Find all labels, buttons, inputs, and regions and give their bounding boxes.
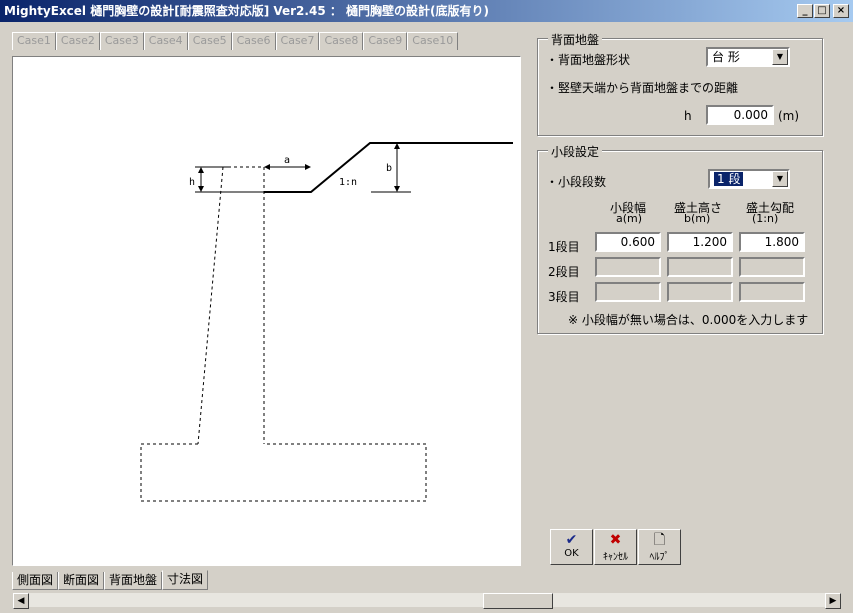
h-input[interactable]: 0.000 [706, 105, 774, 125]
ok-button[interactable]: ✔ OK [550, 529, 593, 565]
tab-section-view[interactable]: 断面図 [58, 572, 105, 590]
dimension-drawing: h a 1:n b [140, 142, 513, 502]
chevron-down-icon[interactable]: ▼ [772, 49, 788, 65]
distance-label: ・竪壁天端から背面地盤までの距離 [546, 81, 739, 95]
ground-shape-value: 台 形 [712, 50, 740, 64]
tab-case4[interactable]: Case4 [143, 32, 188, 50]
row2-label: 2段目 [548, 265, 580, 279]
tab-case6[interactable]: Case6 [231, 32, 276, 50]
row3-label: 3段目 [548, 290, 580, 304]
row1-b-input[interactable]: 1.200 [667, 232, 733, 252]
drawing-canvas: h a 1:n b [12, 56, 521, 566]
h-unit-label: (m) [778, 109, 800, 123]
h-dim-arrow-top [198, 167, 204, 173]
chevron-down-icon[interactable]: ▼ [772, 171, 788, 187]
row1-a-input[interactable]: 0.600 [595, 232, 661, 252]
tab-case5[interactable]: Case5 [187, 32, 232, 50]
berm-legend: 小段設定 [548, 143, 603, 160]
document-icon: 🗋 [653, 532, 666, 548]
tab-case8[interactable]: Case8 [319, 32, 364, 50]
case-tabs: Case1 Case2 Case3 Case4 Case5 Case6 Case… [12, 32, 459, 50]
close-icon: ✖ [609, 532, 622, 548]
scroll-right-icon[interactable]: ▶ [825, 593, 841, 609]
row3-n-input[interactable] [739, 282, 805, 302]
cancel-label: ｷｬﾝｾﾙ [603, 552, 628, 563]
tab-side-view[interactable]: 側面図 [12, 572, 59, 590]
ground-shape-label: ・背面地盤形状 [546, 53, 631, 67]
row3-b-input[interactable] [667, 282, 733, 302]
b-dim-arrow-bottom [394, 186, 400, 192]
col-b-unit: b(m) [684, 212, 711, 225]
tab-dimension-view[interactable]: 寸法図 [162, 570, 209, 590]
row2-n-input[interactable] [739, 257, 805, 277]
row2-a-input[interactable] [595, 257, 661, 277]
back-ground-legend: 背面地盤 [548, 31, 603, 48]
berm-group: 小段設定 ・小段段数 1 段 ▼ 小段幅 a(m) 盛土高さ b(m) 盛土勾配… [537, 143, 823, 334]
col-n-unit: (1:n) [752, 212, 779, 225]
row2-b-input[interactable] [667, 257, 733, 277]
scroll-thumb[interactable] [483, 593, 553, 609]
row1-n-input[interactable]: 1.800 [739, 232, 805, 252]
tab-case9[interactable]: Case9 [363, 32, 408, 50]
help-button[interactable]: 🗋 ﾍﾙﾌﾟ [638, 529, 681, 565]
h-dim-arrow-bottom [198, 186, 204, 192]
back-ground-group: 背面地盤 ・背面地盤形状 台 形 ▼ ・竪壁天端から背面地盤までの距離 h 0.… [537, 31, 823, 136]
view-tabs: 側面図 断面図 背面地盤 寸法図 [12, 570, 209, 590]
a-label: a [284, 155, 290, 166]
window-title-bar: MightyExcel 樋門胸壁の設計[耐震照査対応版] Ver2.45 ： 樋… [0, 0, 853, 22]
berm-count-label: ・小段段数 [546, 175, 607, 189]
berm-note: ※ 小段幅が無い場合は、0.000を入力します [568, 313, 809, 327]
tab-case2[interactable]: Case2 [55, 32, 100, 50]
col-a-unit: a(m) [616, 212, 643, 225]
horizontal-scrollbar[interactable]: ◀ ▶ [12, 592, 842, 609]
cancel-button[interactable]: ✖ ｷｬﾝｾﾙ [594, 529, 637, 565]
wall-left-face [197, 166, 224, 445]
scroll-left-icon[interactable]: ◀ [13, 593, 29, 609]
minimize-button[interactable]: _ [797, 4, 813, 18]
berm-count-select[interactable]: 1 段 ▼ [708, 169, 790, 189]
tab-case10[interactable]: Case10 [407, 32, 459, 50]
footing-outline [140, 443, 427, 502]
row3-a-input[interactable] [595, 282, 661, 302]
ground-shape-select[interactable]: 台 形 ▼ [706, 47, 790, 67]
tab-case3[interactable]: Case3 [99, 32, 144, 50]
tab-case1[interactable]: Case1 [12, 32, 56, 50]
row1-label: 1段目 [548, 240, 580, 254]
h-label: h [189, 177, 195, 188]
tab-case7[interactable]: Case7 [275, 32, 320, 50]
slope-label: 1:n [339, 177, 357, 188]
ok-label: OK [564, 548, 579, 559]
help-label: ﾍﾙﾌﾟ [649, 552, 670, 563]
tab-back-ground[interactable]: 背面地盤 [104, 572, 163, 590]
berm-count-value: 1 段 [714, 172, 744, 186]
a-dim-arrow-left [264, 164, 270, 170]
checkmark-icon: ✔ [565, 532, 578, 548]
a-dim-arrow-right [305, 164, 311, 170]
h-field-label: h [684, 109, 692, 123]
maximize-button[interactable]: □ [814, 4, 830, 18]
b-label: b [386, 163, 392, 174]
window-title: MightyExcel 樋門胸壁の設計[耐震照査対応版] Ver2.45 ： 樋… [4, 4, 489, 18]
close-button[interactable]: × [833, 4, 849, 18]
